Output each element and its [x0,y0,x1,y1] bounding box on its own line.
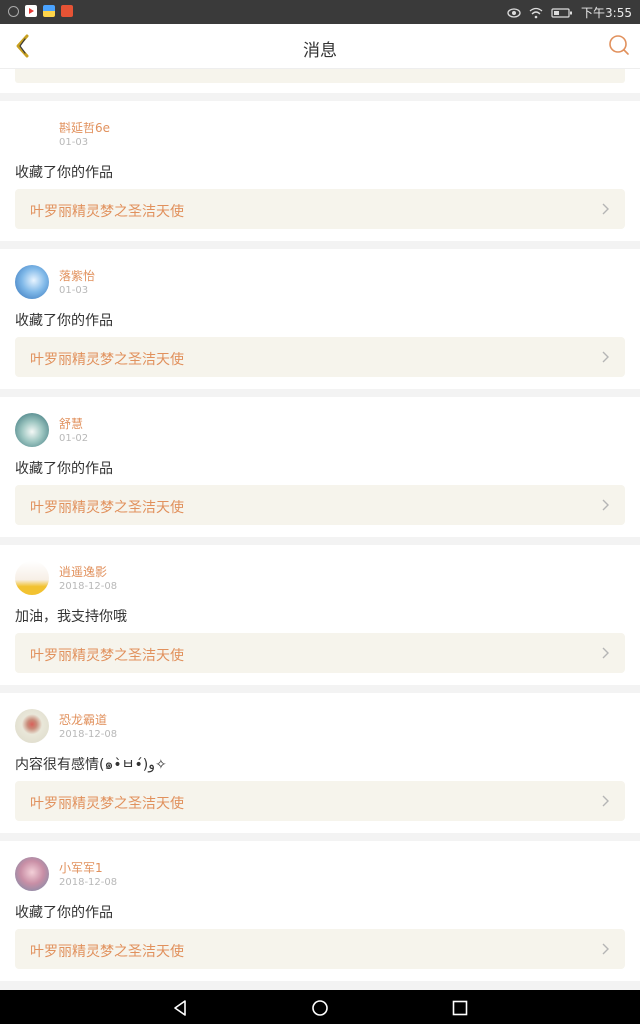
message-card: 落紫怡 01-03 收藏了你的作品 叶罗丽精灵梦之圣洁天使 [0,249,640,389]
work-title: 叶罗丽精灵梦之圣洁天使 [30,944,184,960]
youtube-icon [25,5,37,17]
chevron-right-icon [602,351,609,363]
battery-icon [551,7,573,18]
message-text: 收藏了你的作品 [15,165,113,181]
username[interactable]: 落紫怡 [59,267,95,284]
divider [0,685,640,693]
search-icon[interactable] [608,34,630,56]
chevron-right-icon [602,647,609,659]
message-date: 01-02 [59,433,89,444]
message-date: 2018-12-08 [59,581,118,592]
previous-item-tail [0,69,640,93]
message-text: 收藏了你的作品 [15,461,113,477]
message-text: 收藏了你的作品 [15,313,113,329]
message-text: 内容很有感情(๑•̀ㅂ•́)و✧ [15,757,167,773]
avatar[interactable] [15,857,49,891]
news-icon [61,5,73,17]
status-left-icons [8,5,73,17]
status-time: 下午3:55 [581,6,632,20]
avatar[interactable] [15,413,49,447]
avatar[interactable] [15,117,49,151]
nav-recent-icon[interactable] [450,998,470,1018]
message-date: 01-03 [59,285,89,296]
work-title: 叶罗丽精灵梦之圣洁天使 [30,352,184,368]
page-title: 消息 [303,41,337,61]
message-list[interactable]: 斟延哲6e 01-03 收藏了你的作品 叶罗丽精灵梦之圣洁天使 落紫怡 01-0… [0,69,640,990]
chevron-right-icon [602,499,609,511]
eye-icon [507,7,521,18]
message-card: 小军军1 2018-12-08 收藏了你的作品 叶罗丽精灵梦之圣洁天使 [0,841,640,981]
chevron-right-icon [602,943,609,955]
divider [0,93,640,101]
avatar[interactable] [15,265,49,299]
work-link[interactable]: 叶罗丽精灵梦之圣洁天使 [15,633,625,673]
wifi-icon [529,7,543,18]
username[interactable]: 舒慧 [59,415,83,432]
nav-back-icon[interactable] [170,998,190,1018]
work-title: 叶罗丽精灵梦之圣洁天使 [30,648,184,664]
system-nav-bar [0,990,640,1024]
username[interactable]: 逍遥逸影 [59,563,107,580]
chevron-right-icon [602,203,609,215]
message-card: 恐龙霸道 2018-12-08 内容很有感情(๑•̀ㅂ•́)و✧ 叶罗丽精灵梦之… [0,693,640,833]
avatar[interactable] [15,709,49,743]
message-date: 01-03 [59,137,89,148]
message-text: 收藏了你的作品 [15,905,113,921]
previous-work-box [15,69,625,83]
username[interactable]: 小军军1 [59,859,103,876]
app-header: 消息 [0,24,640,69]
work-link[interactable]: 叶罗丽精灵梦之圣洁天使 [15,929,625,969]
work-link[interactable]: 叶罗丽精灵梦之圣洁天使 [15,337,625,377]
divider [0,537,640,545]
message-card: 逍遥逸影 2018-12-08 加油，我支持你哦 叶罗丽精灵梦之圣洁天使 [0,545,640,685]
message-card: 斟延哲6e 01-03 收藏了你的作品 叶罗丽精灵梦之圣洁天使 [0,101,640,241]
work-title: 叶罗丽精灵梦之圣洁天使 [30,204,184,220]
divider [0,833,640,841]
work-link[interactable]: 叶罗丽精灵梦之圣洁天使 [15,485,625,525]
username[interactable]: 恐龙霸道 [59,711,107,728]
message-card: 舒慧 01-02 收藏了你的作品 叶罗丽精灵梦之圣洁天使 [0,397,640,537]
message-date: 2018-12-08 [59,729,118,740]
message-date: 2018-12-08 [59,877,118,888]
work-title: 叶罗丽精灵梦之圣洁天使 [30,500,184,516]
work-link[interactable]: 叶罗丽精灵梦之圣洁天使 [15,189,625,229]
chevron-right-icon [602,795,609,807]
message-text: 加油，我支持你哦 [15,609,127,625]
work-link[interactable]: 叶罗丽精灵梦之圣洁天使 [15,781,625,821]
divider [0,241,640,249]
work-title: 叶罗丽精灵梦之圣洁天使 [30,796,184,812]
status-bar: 下午3:55 [0,0,640,24]
nav-home-icon[interactable] [310,998,330,1018]
status-right: 下午3:55 [507,4,632,21]
app-icon [43,5,55,17]
divider [0,389,640,397]
avatar[interactable] [15,561,49,595]
camera-icon [8,6,19,17]
username[interactable]: 斟延哲6e [59,119,110,136]
